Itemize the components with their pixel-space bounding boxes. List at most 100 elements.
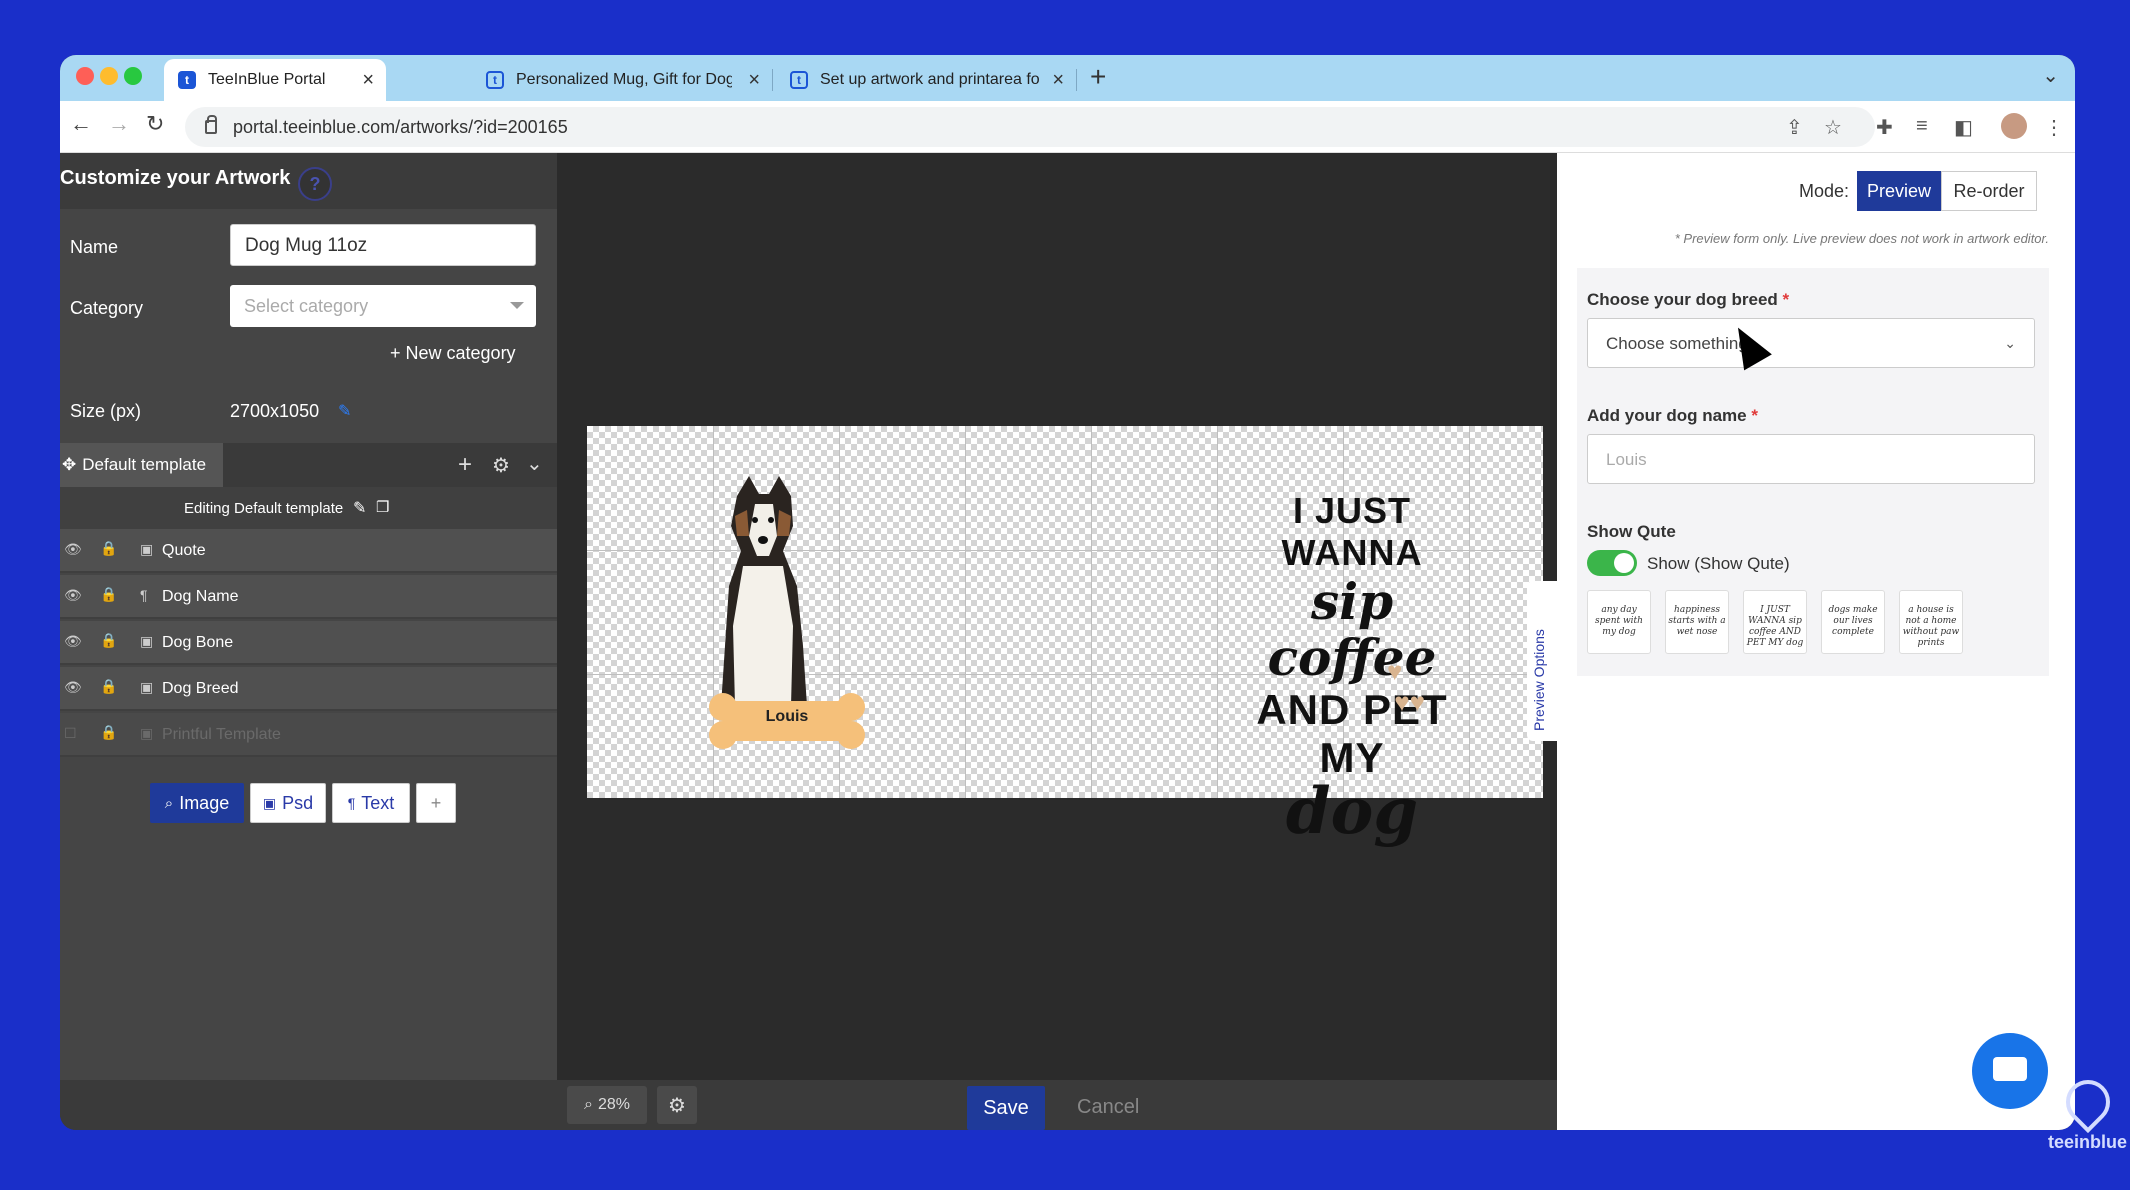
add-image-button[interactable]: ⌕ Image — [150, 783, 244, 823]
chevron-down-icon[interactable]: ⌄ — [2042, 63, 2059, 88]
editing-template-row: Editing Default template ✎ ❐ — [60, 487, 557, 529]
template-bar: ✥ Default template + ⚙ ⌄ — [60, 443, 557, 487]
teeinblue-favicon: t — [486, 71, 504, 89]
zoom-icon: ⌕ — [584, 1096, 593, 1113]
quote-thumbnail[interactable]: any day spent with my dog — [1587, 590, 1651, 654]
dogname-input[interactable]: Louis — [1587, 434, 2035, 484]
move-icon: ✥ — [62, 455, 77, 474]
dogname-label-text: Add your dog name — [1587, 406, 1747, 425]
breed-select[interactable]: Choose something... ⌄ — [1587, 318, 2035, 368]
tab-teeinblue-portal[interactable]: t TeeInBlue Portal × — [164, 59, 386, 101]
close-tab-icon[interactable]: × — [1052, 69, 1064, 92]
edit-size-pencil-icon[interactable]: ✎ — [338, 401, 351, 421]
eye-icon[interactable]: 👁 — [64, 679, 82, 696]
close-window-button[interactable] — [76, 67, 94, 85]
chevron-down-icon[interactable]: ⌄ — [526, 451, 543, 476]
panel-title: Customize your Artwork — [60, 167, 291, 189]
category-label: Category — [70, 298, 144, 318]
back-arrow-icon[interactable]: ← — [70, 111, 92, 137]
url-field[interactable]: portal.teeinblue.com/artworks/?id=200165 — [185, 107, 1875, 147]
tab-default-template[interactable]: ✥ Default template — [60, 443, 223, 487]
help-icon[interactable]: ? — [298, 167, 332, 201]
new-category-button[interactable]: + New category — [390, 343, 516, 364]
share-icon[interactable]: ⇪ — [1786, 115, 1803, 140]
gear-icon[interactable]: ⚙ — [492, 453, 510, 478]
quote-thumbnail[interactable]: happiness starts with a wet nose — [1665, 590, 1729, 654]
layer-row[interactable]: 👁 🔒 ▣ Dog Breed — [60, 667, 557, 711]
dog-breed-image[interactable] — [707, 476, 817, 716]
add-more-label: + — [430, 792, 442, 813]
add-template-icon[interactable]: + — [458, 451, 472, 479]
preview-options-tab[interactable]: Preview Options — [1527, 581, 1557, 741]
extensions-icon[interactable]: ✚ — [1876, 115, 1893, 140]
quote-image[interactable]: I JUST WANNA sip coffee AND PET MY dog — [1227, 490, 1477, 844]
teeinblue-favicon: t — [790, 71, 808, 89]
artboard[interactable]: Louis I JUST WANNA sip coffee AND PET MY… — [587, 426, 1543, 844]
profile-avatar[interactable] — [2001, 113, 2027, 139]
save-button[interactable]: Save — [967, 1086, 1045, 1130]
mode-reorder-button[interactable]: Re-order — [1941, 171, 2037, 211]
reload-icon[interactable]: ↻ — [146, 111, 164, 137]
add-text-button[interactable]: ¶ Text — [332, 783, 410, 823]
lock-icon[interactable]: 🔒 — [100, 678, 117, 695]
lock-icon[interactable]: 🔒 — [100, 724, 117, 741]
quote-thumbnail[interactable]: I JUST WANNA sip coffee AND PET MY dog — [1743, 590, 1807, 654]
text-layer-icon: ¶ — [140, 587, 148, 603]
lock-icon[interactable]: 🔒 — [100, 632, 117, 649]
layer-row[interactable]: 👁 🔒 ¶ Dog Name — [60, 575, 557, 619]
layer-name: Quote — [162, 542, 206, 559]
quote-thumbnail[interactable]: a house is not a home without paw prints — [1899, 590, 1963, 654]
add-more-button[interactable]: + — [416, 783, 456, 823]
maximize-window-button[interactable] — [124, 67, 142, 85]
chevron-down-icon: ⌄ — [2004, 335, 2016, 351]
name-input[interactable]: Dog Mug 11oz — [230, 224, 536, 266]
layer-row[interactable]: 👁 🔒 ▣ Dog Bone — [60, 621, 557, 665]
minimize-window-button[interactable] — [100, 67, 118, 85]
lock-icon[interactable]: 🔒 — [100, 540, 117, 557]
eye-icon[interactable]: 👁 — [64, 541, 82, 558]
close-tab-icon[interactable]: × — [362, 69, 374, 92]
forward-arrow-icon[interactable]: → — [108, 111, 130, 137]
duplicate-template-icon[interactable]: ❐ — [376, 498, 389, 516]
eye-icon[interactable]: 👁 — [64, 587, 82, 604]
image-layer-icon: ▣ — [140, 541, 154, 557]
address-bar: ← → ↻ portal.teeinblue.com/artworks/?id=… — [60, 101, 2075, 153]
close-tab-icon[interactable]: × — [748, 69, 760, 92]
zoom-level: 28% — [597, 1096, 630, 1113]
layer-row[interactable]: 👁 🔒 ▣ Quote — [60, 529, 557, 573]
dog-name-text[interactable]: Louis — [707, 708, 867, 726]
name-label: Name — [70, 237, 119, 257]
sidebar-icon[interactable]: ◧ — [1954, 115, 1973, 140]
tab-setup-artwork[interactable]: t Set up artwork and printarea fo × — [776, 59, 1076, 101]
brand-wordmark: teeinblue — [2048, 1132, 2128, 1152]
show-quote-label: Show Qute — [1587, 522, 1676, 541]
layer-row[interactable]: ☐ 🔒 ▣ Printful Template — [60, 713, 557, 757]
text-icon: ¶ — [347, 795, 356, 811]
size-value: 2700x1050 — [230, 401, 320, 421]
more-menu-icon[interactable]: ⋮ — [2044, 115, 2064, 140]
category-select[interactable]: Select category — [230, 285, 536, 327]
chat-button[interactable] — [1972, 1033, 2048, 1109]
size-label: Size (px) — [70, 401, 142, 421]
tab-personalized-mug[interactable]: t Personalized Mug, Gift for Dog × — [472, 59, 772, 101]
image-layer-icon: ▣ — [140, 633, 154, 649]
mode-preview-button[interactable]: Preview — [1857, 171, 1941, 211]
canvas-settings-button[interactable]: ⚙ — [657, 1086, 697, 1124]
eye-icon[interactable]: 👁 — [64, 633, 82, 650]
media-icon[interactable]: ≡ — [1916, 115, 1928, 138]
grid-line — [965, 426, 966, 798]
quote-thumbnail[interactable]: dogs make our lives complete — [1821, 590, 1885, 654]
panel-footer — [60, 1080, 557, 1130]
new-tab-icon[interactable]: + — [1090, 61, 1106, 93]
edit-template-pencil-icon[interactable]: ✎ — [353, 498, 366, 518]
add-psd-button[interactable]: ▣ Psd — [250, 783, 326, 823]
hidden-checkbox-icon[interactable]: ☐ — [64, 725, 77, 742]
lock-icon[interactable]: 🔒 — [100, 586, 117, 603]
lock-icon — [205, 115, 217, 134]
star-icon[interactable]: ☆ — [1824, 115, 1842, 140]
dogname-label: Add your dog name * — [1587, 406, 1758, 426]
search-icon: ⌕ — [164, 794, 174, 812]
zoom-button[interactable]: ⌕ 28% — [567, 1086, 647, 1124]
cancel-button[interactable]: Cancel — [1077, 1096, 1139, 1119]
show-quote-toggle[interactable] — [1587, 550, 1637, 576]
